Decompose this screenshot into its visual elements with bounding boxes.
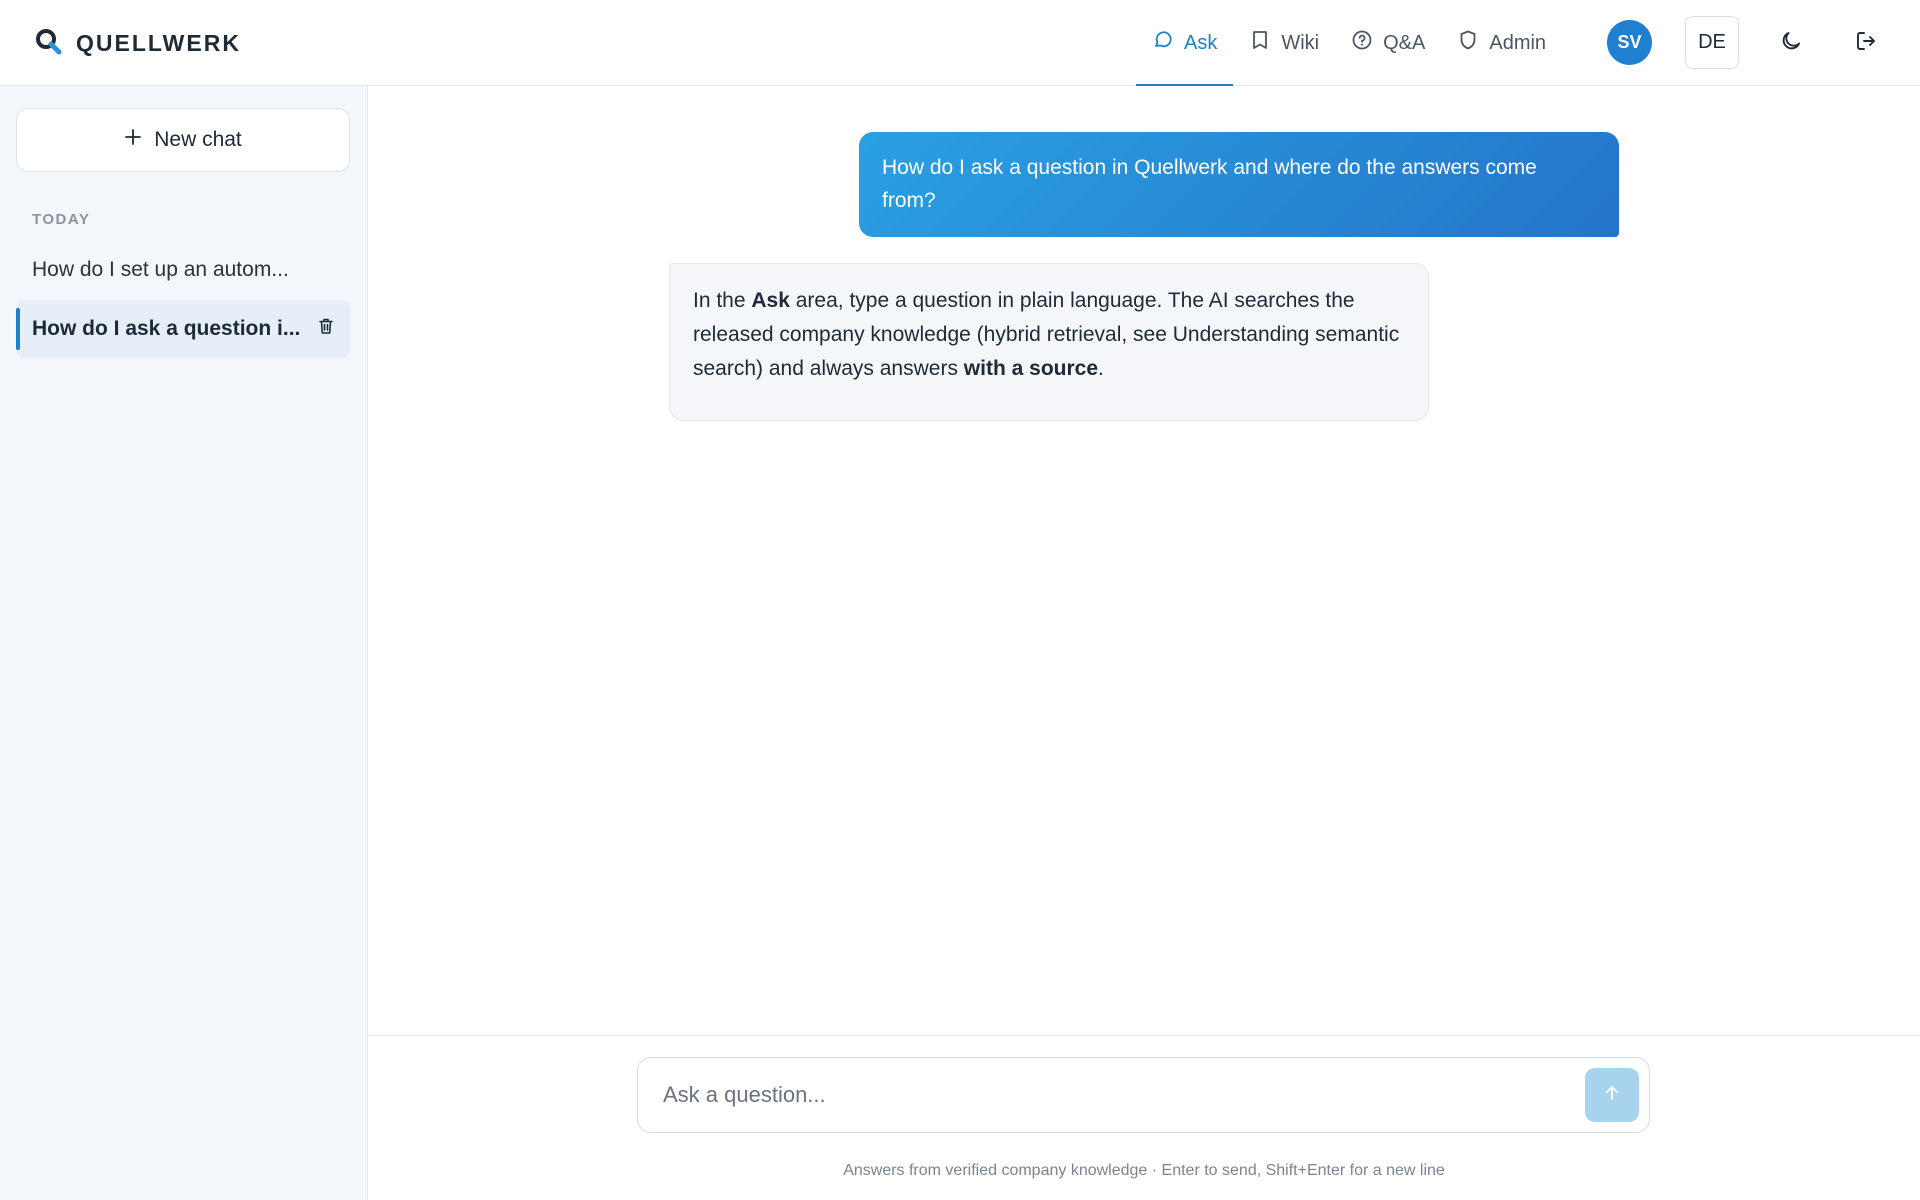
user-message-bubble: How do I ask a question in Quellwerk and… [859,132,1619,237]
assistant-bold-text: with a source [963,357,1098,380]
assistant-bold-text: Ask [751,289,790,312]
main-nav: Ask Wiki Q&A Admin [1136,0,1562,87]
chat-history-item-active[interactable]: How do I ask a question i... [16,300,350,358]
logout-icon [1854,29,1878,58]
nav-tab-admin-label: Admin [1489,31,1547,54]
brand-name: QUELLWERK [76,29,241,56]
brand[interactable]: QUELLWERK [34,26,241,60]
dark-mode-toggle[interactable] [1774,26,1808,60]
moon-icon [1779,29,1803,58]
composer [637,1057,1650,1133]
composer-area: Answers from verified company knowledge … [368,1035,1920,1200]
user-avatar[interactable]: SV [1607,20,1652,65]
chat-sidebar: New chat TODAY How do I set up an autom.… [0,86,368,1200]
nav-tab-ask-label: Ask [1184,31,1218,54]
language-button[interactable]: DE [1685,16,1739,69]
shield-icon [1457,29,1479,57]
chat-history-item-label: How do I set up an autom... [32,258,289,281]
new-chat-label: New chat [154,128,242,151]
nav-tab-wiki[interactable]: Wiki [1233,0,1335,86]
nav-tab-qa[interactable]: Q&A [1335,0,1441,86]
plus-icon [124,128,142,152]
logout-button[interactable] [1849,26,1883,60]
help-circle-icon [1351,29,1373,57]
nav-tab-wiki-label: Wiki [1281,31,1320,54]
nav-tab-qa-label: Q&A [1383,31,1426,54]
assistant-text: In the [693,289,752,312]
chat-bubble-icon [1152,29,1174,57]
book-icon [1249,29,1271,57]
chat-history-item-label: How do I ask a question i... [32,317,301,340]
section-label-today: TODAY [32,211,91,228]
trash-icon[interactable] [316,316,336,342]
assistant-text: . [1098,357,1104,380]
assistant-message-bubble: In the Ask area, type a question in plai… [669,263,1429,421]
nav-tab-admin[interactable]: Admin [1441,0,1562,86]
search-logo-icon [34,27,62,60]
chat-history-item[interactable]: How do I set up an autom... [16,241,350,299]
arrow-up-icon [1602,1083,1622,1108]
top-bar: QUELLWERK Ask Wiki Q&A Admin SV DE [0,0,1920,87]
composer-hint: Answers from verified company knowledge … [843,1162,1445,1179]
nav-tab-ask[interactable]: Ask [1136,0,1234,87]
chat-main: How do I ask a question in Quellwerk and… [368,86,1920,1200]
question-input[interactable] [638,1082,1585,1108]
send-button[interactable] [1585,1068,1639,1122]
new-chat-button[interactable]: New chat [16,108,350,172]
